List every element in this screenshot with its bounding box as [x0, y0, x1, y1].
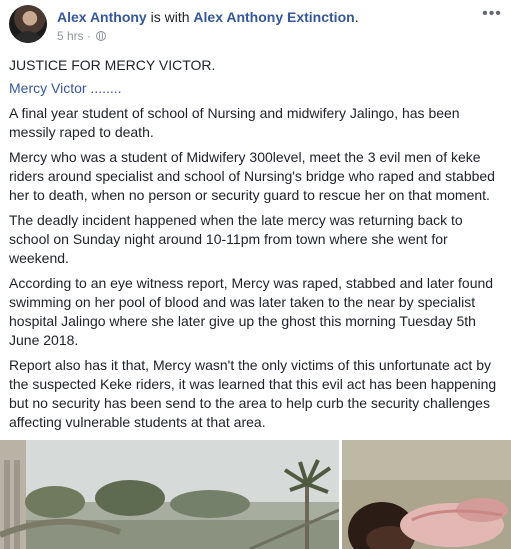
victim-photo-illustration [342, 440, 511, 549]
post-paragraph: The deadly incident happened when the la… [9, 212, 463, 266]
post-paragraph: According to an eye witness report, Merc… [9, 275, 494, 348]
with-text: is with [150, 9, 190, 25]
globe-icon[interactable] [96, 31, 107, 41]
photo-victim[interactable] [342, 440, 511, 549]
more-options-icon[interactable]: ••• [481, 6, 503, 24]
facebook-post: Alex Anthony is with Alex Anthony Extinc… [0, 0, 511, 549]
mention-line: Mercy Victor ........ [9, 79, 503, 98]
post-photos [0, 440, 511, 549]
author-name-link[interactable]: Alex Anthony [57, 9, 147, 25]
mention-link[interactable]: Mercy Victor [9, 80, 87, 96]
post-paragraph: Report also has it that, Mercy wasn't th… [9, 357, 497, 430]
outdoor-scene-illustration [0, 440, 339, 549]
tagged-page-link[interactable]: Alex Anthony Extinction [193, 9, 354, 25]
post-meta: 5 hrs · [57, 28, 107, 44]
post-paragraph: Mercy who was a student of Midwifery 300… [9, 149, 495, 203]
mention-suffix: ........ [86, 80, 122, 96]
author-avatar[interactable] [9, 5, 47, 43]
post-author-line: Alex Anthony is with Alex Anthony Extinc… [57, 8, 359, 26]
meta-separator: · [87, 29, 92, 43]
period: . [354, 9, 359, 25]
avatar-figure [12, 31, 44, 43]
post-headline: JUSTICE FOR MERCY VICTOR. [9, 57, 216, 73]
photo-outdoor-scene[interactable] [0, 440, 339, 549]
post-body: JUSTICE FOR MERCY VICTOR. Mercy Victor .… [9, 56, 503, 438]
post-timestamp[interactable]: 5 hrs [57, 29, 84, 43]
post-paragraph: A final year student of school of Nursin… [9, 105, 460, 140]
post-header: Alex Anthony is with Alex Anthony Extinc… [9, 4, 503, 48]
